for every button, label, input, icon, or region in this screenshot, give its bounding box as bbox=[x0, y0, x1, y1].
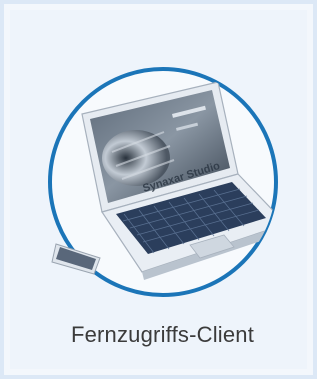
tile-label: Fernzugriffs-Client bbox=[70, 322, 255, 347]
remote-client-tile[interactable]: Synaxar Studio Fernzugriffs-Client bbox=[0, 0, 317, 379]
tablet-device bbox=[51, 243, 101, 275]
